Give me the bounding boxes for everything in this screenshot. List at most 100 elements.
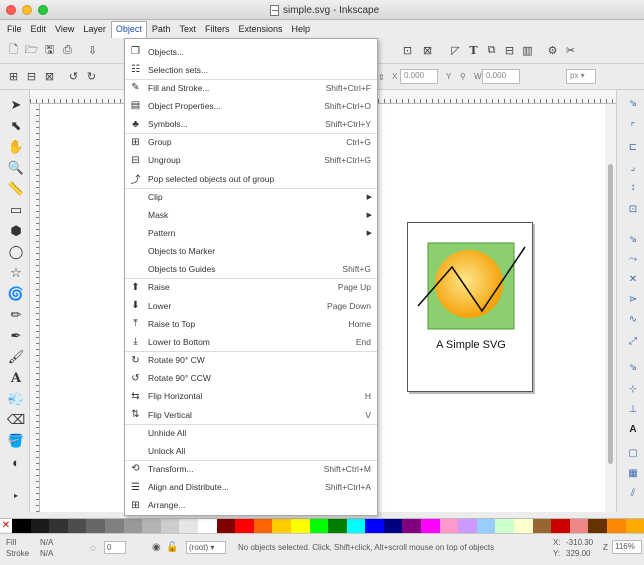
select-all-layers-icon[interactable]: ⊟ [24,69,39,84]
menu-item-arrange[interactable]: ⊞ Arrange... [125,497,377,514]
menu-text[interactable]: Text [175,22,200,36]
palette-swatch[interactable] [272,519,291,533]
unit-select[interactable]: px ▾ [566,69,596,84]
menu-item-raise[interactable]: ⬆ Raise Page Up [125,279,377,296]
menu-item-lower-to-bottom[interactable]: ⤓ Lower to Bottom End [125,333,377,350]
palette-swatch[interactable] [439,519,459,533]
menu-item-group[interactable]: ⊞ Group Ctrl+G [125,134,377,151]
palette-swatch[interactable] [607,519,626,533]
palette-swatch[interactable] [160,519,180,533]
menu-item-ungroup[interactable]: ⊟ Ungroup Shift+Ctrl+G [125,152,377,169]
maximize-window-button[interactable] [38,5,48,15]
palette-swatch[interactable] [328,519,347,533]
xml-editor-icon[interactable]: ◸ [448,43,463,58]
menu-item-lower[interactable]: ⬇ Lower Page Down [125,297,377,314]
palette-swatch[interactable] [514,519,533,533]
print-icon[interactable]: ⎙ [60,43,75,58]
layer-visibility-icon[interactable]: ◉ [152,542,161,553]
select-all-icon[interactable]: ⊞ [6,69,21,84]
save-document-icon[interactable]: 🖫 [42,43,57,58]
snap-guide-icon[interactable]: ⫽ [626,486,640,500]
spray-tool-icon[interactable]: 💨 [7,390,25,408]
align-dialog-icon[interactable]: ⊟ [502,43,517,58]
tweak-tool-icon[interactable]: ✋ [7,138,25,156]
measure-tool-icon[interactable]: 📏 [7,180,25,198]
deselect-icon[interactable]: ⊠ [42,69,57,84]
text-tool-icon[interactable]: A [7,369,25,387]
menu-item-objects-to-guides[interactable]: Objects to Guides Shift+G [125,261,377,278]
palette-swatch[interactable] [458,519,477,533]
menu-item-object-properties[interactable]: ▤ Object Properties... Shift+Ctrl+O [125,97,377,114]
w-field[interactable]: 0.000 [482,69,520,84]
palette-swatch[interactable] [179,519,198,533]
menu-item-transform[interactable]: ⟲ Transform... Shift+Ctrl+M [125,460,377,477]
snap-smooth-icon[interactable]: ∿ [626,312,640,326]
open-document-icon[interactable]: 🗁 [24,43,39,58]
menu-item-unlock-all[interactable]: Unlock All [125,442,377,459]
fill-value[interactable]: N/A [40,538,53,547]
text-font-icon[interactable]: T [466,43,481,58]
menu-file[interactable]: File [3,22,26,36]
menu-edit[interactable]: Edit [27,22,51,36]
menu-item-flip-vertical[interactable]: ⇅ Flip Vertical V [125,406,377,423]
menu-item-fill-and-stroke[interactable]: ✎ Fill and Stroke... Shift+Ctrl+F [125,79,377,96]
minimize-window-button[interactable] [22,5,32,15]
pen-tool-icon[interactable]: ✒ [7,327,25,345]
menu-item-align-and-distribute[interactable]: ☰ Align and Distribute... Shift+Ctrl+A [125,479,377,496]
palette-swatch[interactable] [253,519,273,533]
menu-filters[interactable]: Filters [201,22,234,36]
palette-swatch[interactable] [12,519,31,533]
menu-object[interactable]: Object [110,20,147,39]
palette-swatch[interactable] [495,519,515,533]
snap-nodes-icon[interactable]: ⇘ [626,232,640,246]
palette-swatch[interactable] [569,519,589,533]
snap-midpoint-icon[interactable]: ⤢ [626,334,640,348]
menu-item-flip-horizontal[interactable]: ⇆ Flip Horizontal H [125,388,377,405]
rectangle-tool-icon[interactable]: ▭ [7,201,25,219]
vertical-scrollbar[interactable] [605,104,616,512]
snap-bbox-midpoint-icon[interactable]: ↕ [626,180,640,194]
palette-swatch[interactable] [216,519,236,533]
opacity-field[interactable]: 0 [104,541,126,554]
document-properties-icon[interactable]: ✂ [563,43,578,58]
gradient-tool-icon[interactable]: ◐ [7,453,25,471]
palette-swatch[interactable] [235,519,254,533]
palette-swatch[interactable] [309,519,329,533]
palette-swatch[interactable] [421,519,440,533]
palette-swatch[interactable] [67,519,87,533]
snap-bbox-icon[interactable]: ⌜ [626,120,640,134]
snap-center-icon[interactable]: ⇘ [626,360,640,374]
palette-swatch[interactable] [365,519,384,533]
menu-item-objects-to-marker[interactable]: Objects to Marker [125,243,377,260]
menu-item-mask[interactable]: Mask ▶ [125,206,377,223]
palette-swatch[interactable] [197,519,217,533]
snap-bbox-center-icon[interactable]: ⊡ [626,202,640,216]
menu-path[interactable]: Path [148,22,175,36]
zoom-page-icon[interactable]: ⊠ [420,43,435,58]
snap-text-baseline-icon[interactable]: ⊥ [626,402,640,416]
pencil-tool-icon[interactable]: ✏ [7,306,25,324]
new-document-icon[interactable]: 🗋 [6,43,21,58]
vertical-scrollbar-thumb[interactable] [608,164,613,464]
snap-toggle-icon[interactable]: ⇘ [626,96,640,110]
palette-swatch[interactable] [142,519,161,533]
menu-view[interactable]: View [51,22,78,36]
menu-item-symbols[interactable]: ♣ Symbols... Shift+Ctrl+Y [125,116,377,133]
eraser-tool-icon[interactable]: ⌫ [7,411,25,429]
menu-item-objects[interactable]: ❐ Objects... [125,43,377,60]
zoom-drawing-icon[interactable]: ⊡ [400,43,415,58]
paint-bucket-tool-icon[interactable]: 🪣 [7,432,25,450]
zoom-tool-icon[interactable]: 🔍 [7,159,25,177]
preferences-icon[interactable]: ⚙ [545,43,560,58]
menu-help[interactable]: Help [287,22,314,36]
star-tool-icon[interactable]: ☆ [7,264,25,282]
snap-paths-icon[interactable]: ⤳ [626,252,640,266]
menu-item-pattern[interactable]: Pattern ▶ [125,225,377,242]
more-tools-icon[interactable]: ▸ [7,486,25,504]
ellipse-tool-icon[interactable]: ◯ [7,243,25,261]
menu-item-raise-to-top[interactable]: ⤒ Raise to Top Home [125,315,377,332]
palette-swatch[interactable] [402,519,422,533]
stroke-value[interactable]: N/A [40,549,53,558]
layer-select[interactable]: (root) ▾ [186,541,226,554]
palette-swatch[interactable] [625,519,644,533]
